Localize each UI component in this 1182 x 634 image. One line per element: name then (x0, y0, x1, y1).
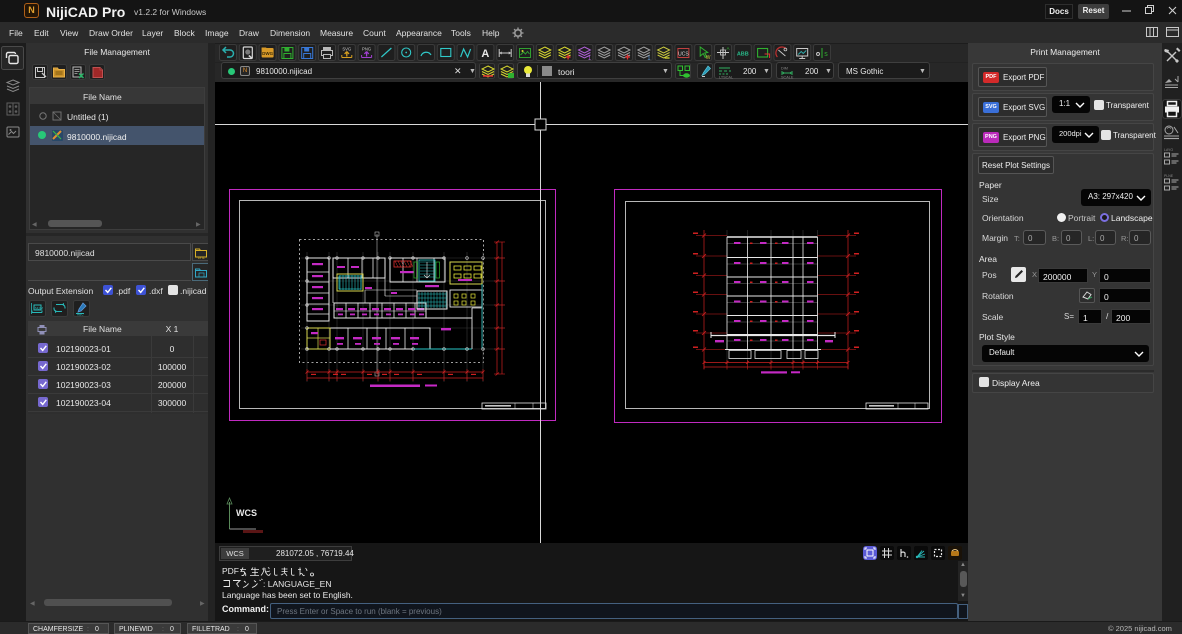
svg-text:NUM: NUM (35, 307, 43, 311)
svg-text:A: A (727, 46, 730, 51)
svg-text:WCS: WCS (236, 508, 257, 518)
svg-text:PNG: PNG (362, 47, 371, 52)
svg-text:SVG: SVG (342, 47, 351, 52)
svg-text:LAYO: LAYO (1164, 148, 1173, 152)
svg-text:LTSCALE: LTSCALE (719, 76, 733, 80)
svg-text:s: s (824, 51, 828, 58)
svg-text:o: o (816, 51, 820, 58)
svg-text:W: W (706, 55, 711, 61)
svg-text:DWG: DWG (262, 51, 273, 56)
svg-text:ABB: ABB (737, 52, 749, 58)
svg-text:PLNE: PLNE (1164, 174, 1174, 178)
svg-text:DIM: DIM (781, 67, 788, 71)
svg-text:PDF: PDF (198, 257, 205, 260)
svg-text:SCALE: SCALE (781, 76, 794, 80)
svg-text:A: A (481, 48, 489, 60)
svg-text:UCS: UCS (678, 52, 689, 58)
svg-text:ABC: ABC (77, 313, 84, 317)
